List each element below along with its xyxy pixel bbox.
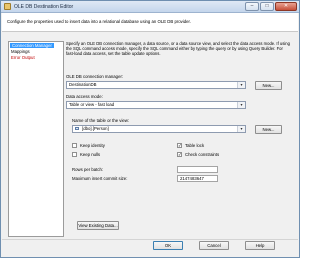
intro-text: Specify an OLE DB connection manager, a … xyxy=(66,41,292,57)
cancel-button[interactable]: Cancel xyxy=(199,241,229,250)
connection-manager-dropdown[interactable]: DestinationDB ▾ xyxy=(66,81,246,89)
nav-item-error-output[interactable]: Error Output xyxy=(11,55,35,60)
keep-identity-label: Keep identity xyxy=(80,143,105,148)
keep-nulls-checkbox[interactable] xyxy=(72,152,77,157)
intro-line: fast-load data access, set the table upd… xyxy=(66,51,161,57)
table-lock-checkbox[interactable]: ✓ xyxy=(177,143,182,148)
table-name-dropdown[interactable]: [dbo].[Person] ▾ xyxy=(72,125,246,133)
table-name-label: Name of the table or the view: xyxy=(72,118,130,123)
rows-per-batch-input[interactable] xyxy=(177,166,218,173)
help-button[interactable]: Help xyxy=(245,241,275,250)
footer-divider xyxy=(2,239,298,240)
new-connection-button[interactable]: New... xyxy=(255,81,282,90)
window-controls: – □ ✕ xyxy=(245,2,297,11)
chevron-down-icon: ▾ xyxy=(237,82,245,88)
access-mode-value: Table or view - fast load xyxy=(69,102,115,107)
max-commit-size-label: Maximum insert commit size: xyxy=(72,176,128,181)
nav-item-mappings[interactable]: Mappings xyxy=(11,49,30,54)
connection-manager-label: OLE DB connection manager: xyxy=(66,74,124,79)
keep-identity-checkbox[interactable] xyxy=(72,143,77,148)
table-name-value: [dbo].[Person] xyxy=(82,126,109,131)
close-button[interactable]: ✕ xyxy=(275,2,297,11)
description-text: Configure the properties used to insert … xyxy=(7,19,191,24)
description-band: Configure the properties used to insert … xyxy=(2,13,298,32)
ok-button[interactable]: OK xyxy=(153,241,183,250)
title-bar[interactable]: OLE DB Destination Editor – □ ✕ xyxy=(1,1,299,13)
chevron-down-icon: ▾ xyxy=(237,126,245,132)
window-title: OLE DB Destination Editor xyxy=(14,3,74,10)
nav-item-connection-manager[interactable]: Connection Manager xyxy=(10,43,54,48)
access-mode-dropdown[interactable]: Table or view - fast load ▾ xyxy=(66,101,246,109)
maximize-button[interactable]: □ xyxy=(260,2,274,11)
chevron-down-icon: ▾ xyxy=(237,102,245,108)
keep-nulls-label: Keep nulls xyxy=(80,152,101,157)
app-icon xyxy=(4,3,11,10)
check-constraints-checkbox[interactable]: ✓ xyxy=(177,152,182,157)
rows-per-batch-label: Rows per batch: xyxy=(72,167,104,172)
max-commit-size-input[interactable]: 2147483647 xyxy=(177,175,218,182)
check-constraints-label: Check constraints xyxy=(185,152,220,157)
access-mode-label: Data access mode: xyxy=(66,94,103,99)
new-table-button[interactable]: New... xyxy=(255,125,282,134)
connection-manager-value: DestinationDB xyxy=(69,82,97,87)
view-existing-data-button[interactable]: View Existing Data... xyxy=(77,221,119,230)
table-icon xyxy=(75,127,79,131)
table-lock-label: Table lock xyxy=(185,143,205,148)
minimize-button[interactable]: – xyxy=(245,2,259,11)
dialog-window: OLE DB Destination Editor – □ ✕ Configur… xyxy=(0,0,300,258)
main-panel: Specify an OLE DB connection manager, a … xyxy=(66,41,294,237)
page-navigation: Connection Manager Mappings Error Output xyxy=(8,41,64,237)
